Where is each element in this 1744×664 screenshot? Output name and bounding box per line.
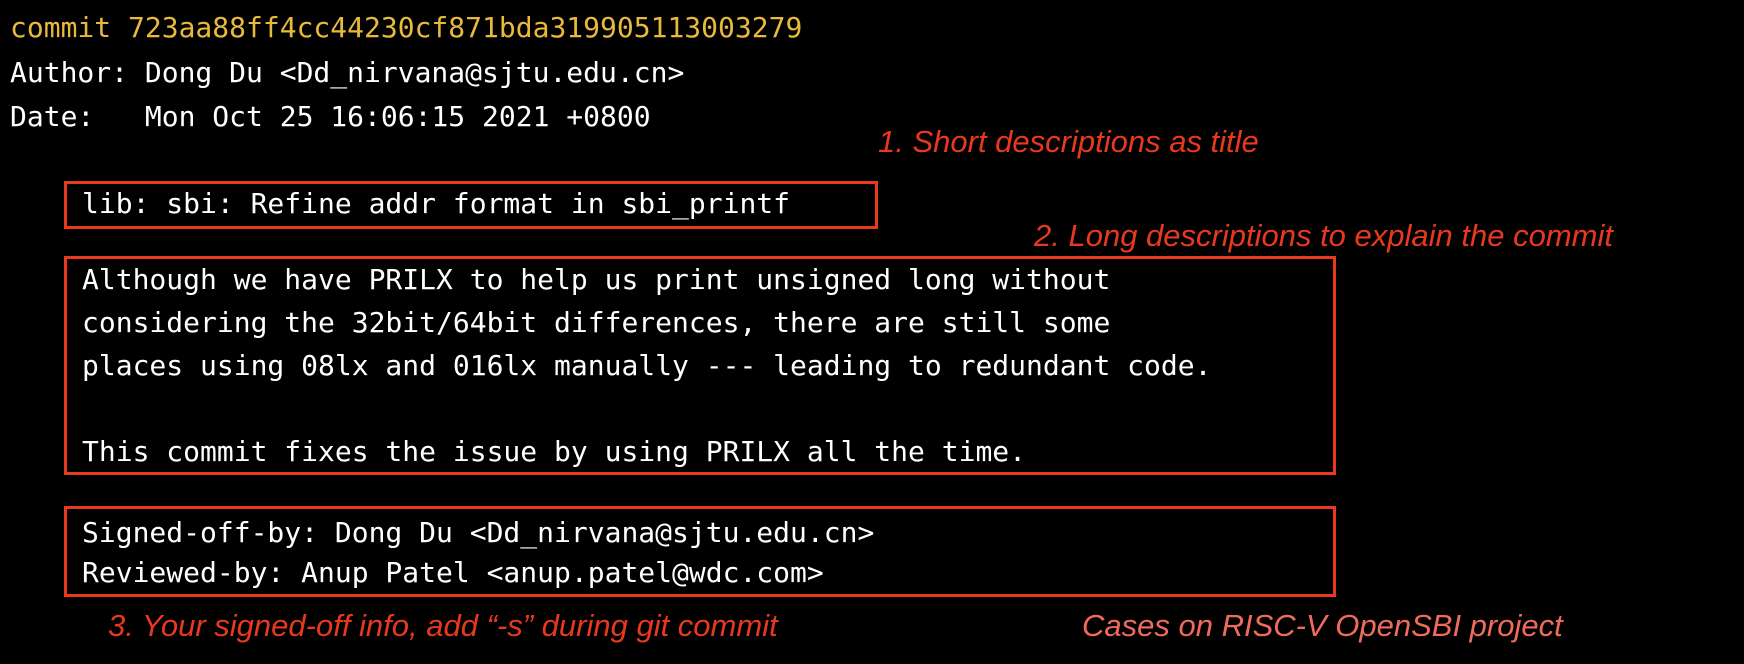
annotation-body-note: 2. Long descriptions to explain the comm… [1034, 218, 1613, 253]
annotation-source-note: Cases on RISC-V OpenSBI project [1082, 608, 1563, 643]
commit-body: Although we have PRILX to help us print … [82, 263, 1212, 468]
annotation-signoff-note: 3. Your signed-off info, add “-s” during… [108, 608, 778, 643]
commit-title: lib: sbi: Refine addr format in sbi_prin… [82, 187, 791, 220]
annotation-title-note: 1. Short descriptions as title [878, 124, 1259, 159]
commit-hash-line: commit 723aa88ff4cc44230cf871bda31990511… [10, 11, 803, 44]
commit-author-line: Author: Dong Du <Dd_nirvana@sjtu.edu.cn> [10, 56, 685, 89]
commit-date-line: Date: Mon Oct 25 16:06:15 2021 +0800 [10, 100, 651, 133]
commit-trailers: Signed-off-by: Dong Du <Dd_nirvana@sjtu.… [82, 516, 875, 589]
